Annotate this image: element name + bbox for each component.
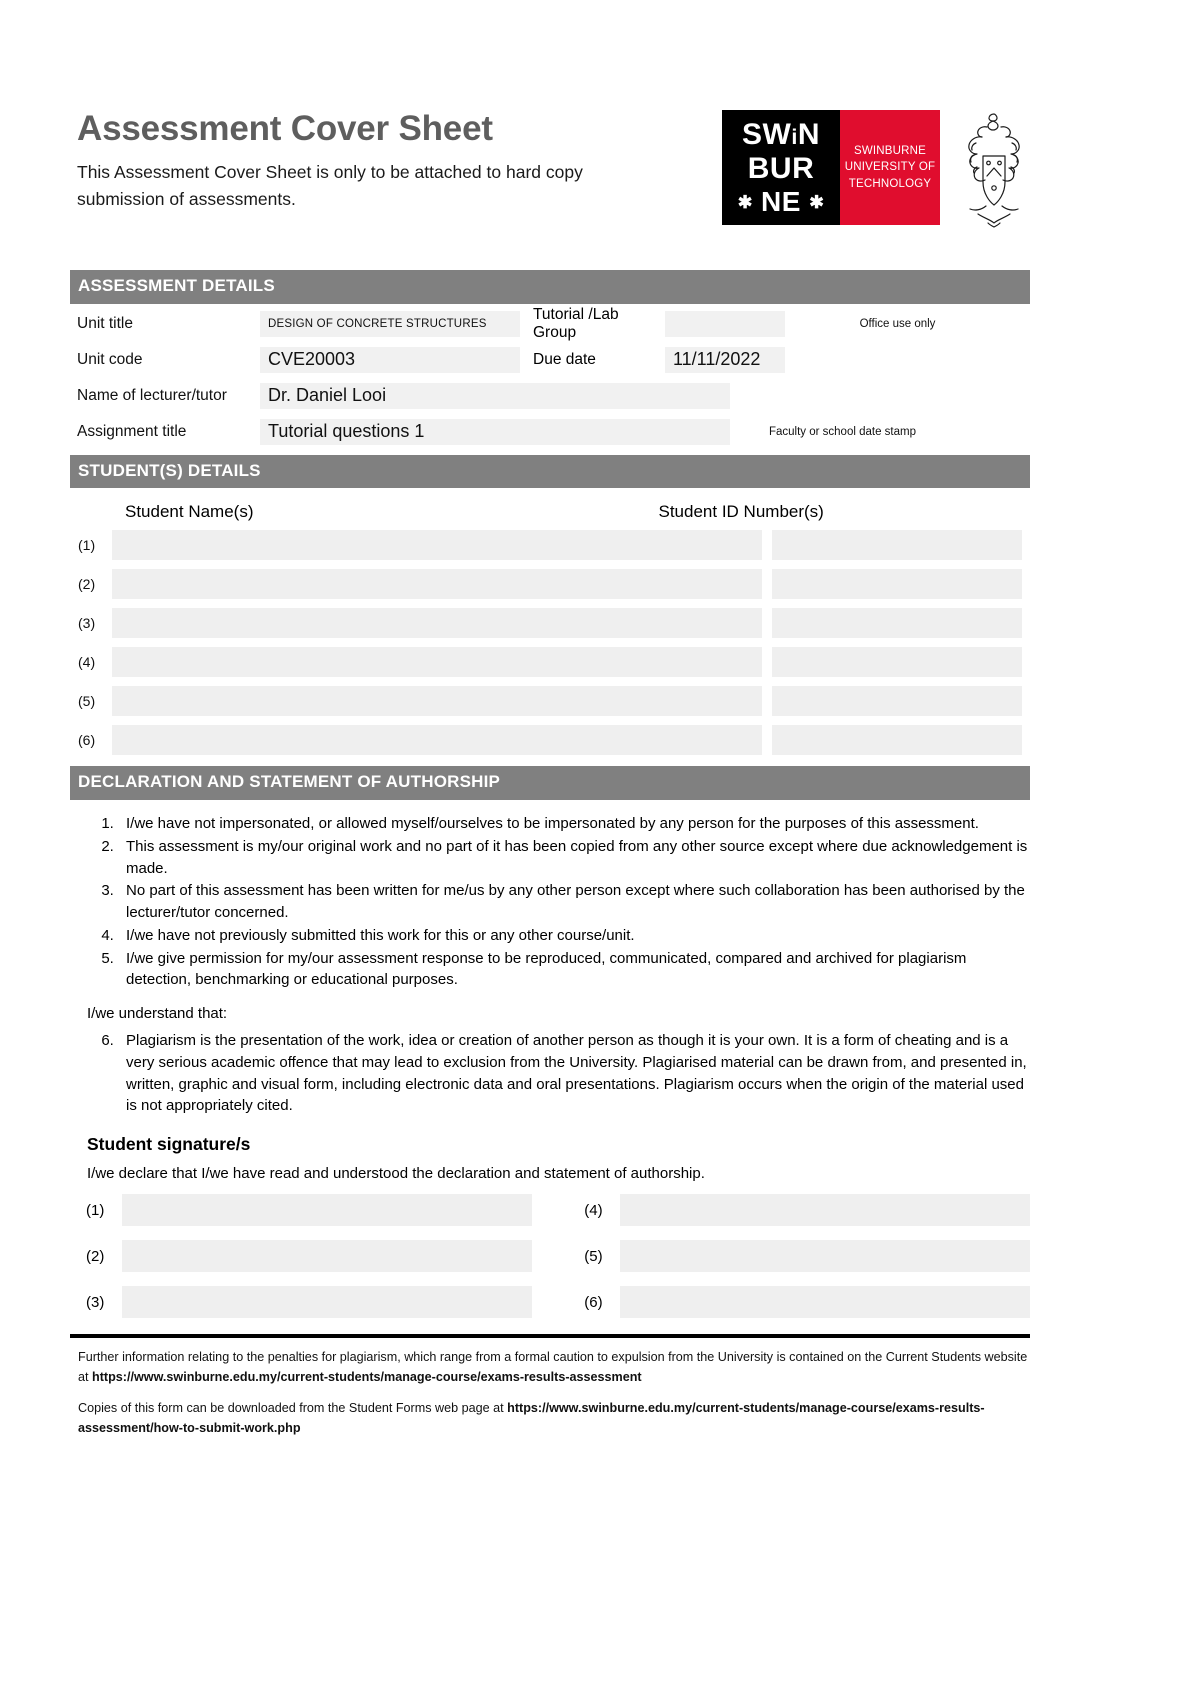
logo-line-3: ✱ NE ✱ <box>737 186 825 217</box>
signature-row: (1) (4) <box>70 1194 1030 1227</box>
wordmark-line-1: SWINBURNE <box>853 145 927 157</box>
student-name-input[interactable] <box>112 725 762 756</box>
student-name-input[interactable] <box>112 530 762 561</box>
table-row: (4) <box>70 647 1030 678</box>
declaration-list: I/we have not impersonated, or allowed m… <box>70 813 1030 991</box>
student-id-input[interactable] <box>772 608 1022 639</box>
students-table: (1) (2) (3) (4) (5) (6) <box>70 530 1030 756</box>
signature-row: (3) (6) <box>70 1286 1030 1319</box>
tutorial-group-label: Tutorial /Lab Group <box>533 305 619 341</box>
row-number: (3) <box>78 615 96 632</box>
swinburne-branding: SWiN BUR ✱ NE ✱ SWINBURNE UNIVERSITY OF … <box>722 110 1030 232</box>
student-id-input[interactable] <box>772 569 1022 600</box>
table-row: (1) <box>70 530 1030 561</box>
signature-section-subtitle: I/we declare that I/we have read and und… <box>87 1165 705 1183</box>
row-number: (1) <box>78 537 96 554</box>
row-number: (6) <box>78 732 96 749</box>
unit-code-input[interactable]: CVE20003 <box>260 346 520 373</box>
student-id-input[interactable] <box>772 530 1022 561</box>
footer-notes: Further information relating to the pena… <box>70 1348 1030 1438</box>
wordmark-line-2: UNIVERSITY OF <box>844 161 936 174</box>
signature-number: (1) <box>86 1201 105 1219</box>
signature-number: (3) <box>86 1293 105 1311</box>
signature-number: (4) <box>584 1201 603 1219</box>
page-subtitle: This Assessment Cover Sheet is only to b… <box>77 161 583 209</box>
document-header: Assessment Cover Sheet This Assessment C… <box>70 0 1030 270</box>
declaration-section-header: DECLARATION AND STATEMENT OF AUTHORSHIP <box>70 766 1030 801</box>
signature-input[interactable] <box>619 1240 1030 1273</box>
unit-title-row: Unit title DESIGN OF CONCRETE STRUCTURES… <box>70 306 1030 341</box>
table-row: (2) <box>70 569 1030 600</box>
wordmark-line-3: TECHNOLOGY <box>848 177 932 190</box>
swinburne-logo: SWiN BUR ✱ NE ✱ SWINBURNE UNIVERSITY OF … <box>722 110 940 225</box>
swinburne-wordmark: SWINBURNE UNIVERSITY OF TECHNOLOGY <box>840 110 940 225</box>
plagiarism-penalties-link[interactable]: https://www.swinburne.edu.my/current-stu… <box>92 1370 642 1384</box>
table-row: (6) <box>70 725 1030 756</box>
assessment-details-fields: Unit title DESIGN OF CONCRETE STRUCTURES… <box>70 306 1030 445</box>
student-id-input[interactable] <box>772 686 1022 717</box>
lecturer-label: Name of lecturer/tutor <box>77 386 227 404</box>
lecturer-input[interactable]: Dr. Daniel Looi <box>260 382 730 409</box>
declaration-list-continued: Plagiarism is the presentation of the wo… <box>70 1030 1030 1117</box>
student-id-input[interactable] <box>772 725 1022 756</box>
row-number: (4) <box>78 654 96 671</box>
list-item: I/we have not impersonated, or allowed m… <box>118 813 1030 835</box>
signature-input[interactable] <box>121 1286 532 1319</box>
student-id-column-header: Student ID Number(s) <box>658 502 824 522</box>
university-crest-icon <box>968 113 1020 228</box>
list-item: No part of this assessment has been writ… <box>118 880 1030 924</box>
signature-number: (2) <box>86 1247 105 1265</box>
due-date-label: Due date <box>533 350 596 368</box>
faculty-date-stamp-note: Faculty or school date stamp <box>768 425 916 438</box>
signature-input[interactable] <box>121 1240 532 1273</box>
page-content: Assessment Cover Sheet This Assessment C… <box>70 0 1030 1450</box>
student-name-input[interactable] <box>112 647 762 678</box>
student-name-input[interactable] <box>112 686 762 717</box>
footer-paragraph-2: Copies of this form can be downloaded fr… <box>78 1399 1030 1438</box>
student-name-input[interactable] <box>112 608 762 639</box>
logo-line-1: SWiN <box>742 118 820 151</box>
student-id-input[interactable] <box>772 647 1022 678</box>
unit-code-label: Unit code <box>77 350 143 368</box>
signature-section-title: Student signature/s <box>87 1134 251 1155</box>
assignment-title-input[interactable]: Tutorial questions 1 <box>260 418 730 445</box>
signature-input[interactable] <box>121 1194 532 1227</box>
students-column-headers: Student Name(s) Student ID Number(s) <box>70 502 1030 522</box>
signature-input[interactable] <box>619 1286 1030 1319</box>
list-item: I/we have not previously submitted this … <box>118 925 1030 947</box>
lecturer-row: Name of lecturer/tutor Dr. Daniel Looi <box>70 382 1030 409</box>
tutorial-group-input[interactable] <box>665 310 785 337</box>
assessment-details-section-header: ASSESSMENT DETAILS <box>70 270 1030 304</box>
assignment-title-row: Assignment title Tutorial questions 1 Fa… <box>70 418 1030 445</box>
swinburne-logo-mark: SWiN BUR ✱ NE ✱ <box>722 110 840 225</box>
signature-input[interactable] <box>619 1194 1030 1227</box>
signature-number: (6) <box>584 1293 603 1311</box>
declaration-body: I/we have not impersonated, or allowed m… <box>70 813 1030 1117</box>
footer-paragraph-1: Further information relating to the pena… <box>78 1348 1030 1387</box>
unit-code-row: Unit code CVE20003 Due date 11/11/2022 <box>70 346 1030 373</box>
document-page: Assessment Cover Sheet This Assessment C… <box>0 0 1200 1697</box>
unit-title-label: Unit title <box>77 314 133 332</box>
students-section-header: STUDENT(S) DETAILS <box>70 454 1030 489</box>
row-number: (5) <box>78 693 96 710</box>
list-item: I/we give permission for my/our assessme… <box>118 948 1030 992</box>
row-number: (2) <box>78 576 96 593</box>
due-date-input[interactable]: 11/11/2022 <box>665 346 785 373</box>
footer-divider <box>70 1334 1030 1339</box>
list-item: This assessment is my/our original work … <box>118 836 1030 880</box>
signature-number: (5) <box>584 1247 603 1265</box>
assignment-title-label: Assignment title <box>77 422 187 440</box>
logo-line-2: BUR <box>747 152 815 185</box>
office-use-only-note: Office use only <box>859 317 936 330</box>
table-row: (5) <box>70 686 1030 717</box>
footer-text-2: Copies of this form can be downloaded fr… <box>78 1401 508 1416</box>
student-name-column-header: Student Name(s) <box>125 502 254 522</box>
signature-row: (2) (5) <box>70 1240 1030 1273</box>
student-name-input[interactable] <box>112 569 762 600</box>
understand-intro: I/we understand that: <box>87 1005 228 1023</box>
list-item: Plagiarism is the presentation of the wo… <box>118 1030 1030 1117</box>
signature-grid: (1) (4) (2) (5) (3) (6) <box>70 1194 1030 1319</box>
unit-title-input[interactable]: DESIGN OF CONCRETE STRUCTURES <box>260 310 520 337</box>
table-row: (3) <box>70 608 1030 639</box>
